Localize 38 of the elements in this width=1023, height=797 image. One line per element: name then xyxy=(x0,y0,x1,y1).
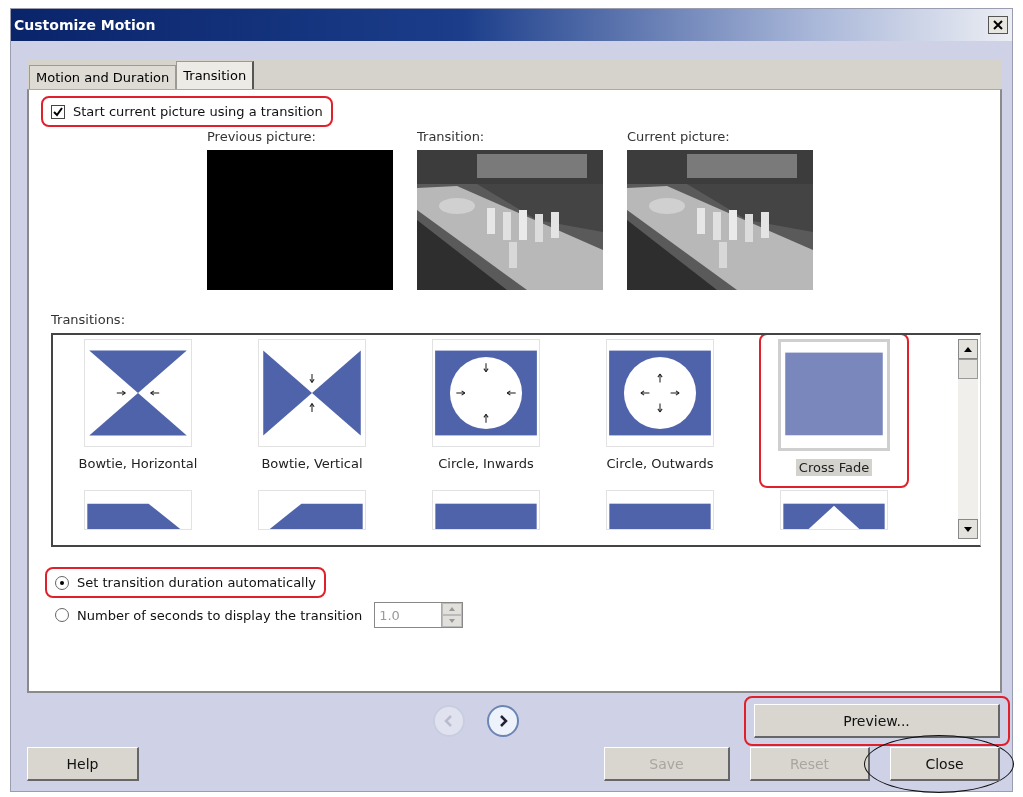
scroll-thumb[interactable] xyxy=(958,359,978,379)
close-icon[interactable] xyxy=(988,16,1008,34)
transition-name[interactable]: Bowtie, Horizontal xyxy=(75,455,201,472)
transition-thumbnail[interactable] xyxy=(778,339,890,451)
scroll-down-icon[interactable] xyxy=(958,519,978,539)
transition-thumbnail[interactable] xyxy=(780,490,888,530)
checkbox-label: Start current picture using a transition xyxy=(73,104,323,119)
preview-label: Previous picture: xyxy=(207,129,317,144)
preview-label: Transition: xyxy=(417,129,486,144)
list-label: Transitions: xyxy=(51,312,126,327)
forward-icon[interactable] xyxy=(487,705,519,737)
transition-thumbnail[interactable] xyxy=(606,490,714,530)
tab[interactable]: Motion and Duration xyxy=(29,65,177,89)
preview-label: Current picture: xyxy=(627,129,731,144)
transition-thumbnail[interactable] xyxy=(84,339,192,447)
checkbox[interactable] xyxy=(51,104,65,119)
transition-thumbnail[interactable] xyxy=(606,339,714,447)
tab[interactable]: Transition xyxy=(176,61,255,89)
transition-name[interactable]: Circle, Outwards xyxy=(603,455,717,472)
radio-label: Number of seconds to display the transition xyxy=(77,607,363,623)
radio-button[interactable] xyxy=(55,608,69,622)
transition-thumbnail[interactable] xyxy=(432,339,540,447)
transition-thumbnail[interactable] xyxy=(84,490,192,530)
preview-button[interactable]: Preview... xyxy=(754,704,1000,738)
transition-thumbnail[interactable] xyxy=(432,490,540,530)
dialog-button[interactable]: Help xyxy=(27,747,139,781)
transition-name[interactable]: Cross Fade xyxy=(795,459,873,476)
transition-name[interactable]: Circle, Inwards xyxy=(435,455,537,472)
radio-label: Set transition duration automatically xyxy=(77,575,316,590)
transition-name[interactable]: Bowtie, Vertical xyxy=(258,455,366,472)
transition-thumbnail[interactable] xyxy=(258,490,366,530)
radio-button[interactable] xyxy=(55,575,69,590)
scroll-up-icon[interactable] xyxy=(958,339,978,359)
dialog-button[interactable]: Close xyxy=(890,747,1000,781)
spin-up-icon[interactable] xyxy=(442,603,463,615)
transition-thumbnail[interactable] xyxy=(258,339,366,447)
spin-down-icon[interactable] xyxy=(442,615,463,627)
window-title: Customize Motion xyxy=(14,17,156,33)
